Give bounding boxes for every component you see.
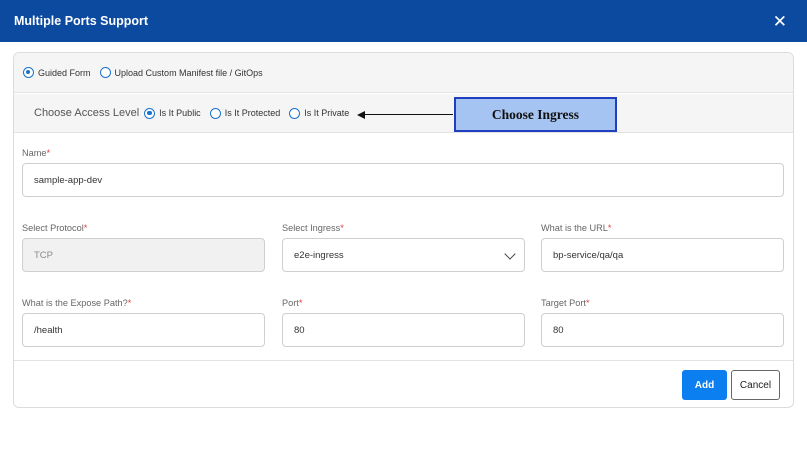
radio-label: Guided Form [38, 67, 91, 78]
port-value: 80 [294, 324, 305, 336]
radio-upload-manifest[interactable]: Upload Custom Manifest file / GitOps [99, 67, 263, 78]
required-mark: * [127, 298, 132, 308]
ingress-select[interactable]: e2e-ingress [282, 238, 525, 272]
ingress-label: Select Ingress* [282, 223, 344, 233]
url-value: bp-service/qa/qa [553, 249, 624, 261]
radio-button[interactable] [289, 107, 301, 119]
ingress-label-text: Select Ingress [282, 223, 341, 233]
expose-path-label-text: What is the Expose Path? [22, 298, 128, 308]
url-input[interactable]: bp-service/qa/qa [541, 238, 784, 272]
target-port-input[interactable]: 80 [541, 313, 784, 347]
cancel-button[interactable]: Cancel [731, 370, 780, 400]
protocol-value: TCP [34, 249, 53, 261]
annotation-arrow-line [363, 114, 453, 116]
required-mark: * [340, 223, 344, 233]
radio-button-checked[interactable] [144, 107, 156, 119]
arrow-left-icon [357, 110, 365, 119]
radio-guided-form[interactable]: Guided Form [23, 67, 91, 78]
expose-path-input[interactable]: /health [22, 313, 265, 347]
url-label-text: What is the URL [541, 223, 608, 233]
protocol-input: TCP [22, 238, 265, 272]
footer-divider [14, 360, 793, 361]
protocol-label-text: Select Protocol [22, 223, 84, 233]
dialog-header: Multiple Ports Support ✕ [0, 0, 807, 42]
radio-label: Is It Public [159, 108, 201, 118]
expose-path-label: What is the Expose Path?* [22, 298, 131, 308]
required-mark: * [83, 223, 88, 233]
port-label-text: Port [282, 298, 299, 308]
ingress-value: e2e-ingress [294, 249, 344, 261]
name-value: sample-app-dev [34, 174, 103, 186]
chevron-down-icon[interactable] [504, 248, 516, 260]
radio-label: Is It Protected [224, 108, 281, 118]
target-port-label: Target Port* [541, 298, 590, 308]
close-icon[interactable]: ✕ [773, 13, 787, 30]
dialog-title: Multiple Ports Support [14, 14, 149, 28]
radio-label: Is It Private [304, 108, 350, 118]
form-card: Guided Form Upload Custom Manifest file … [13, 52, 794, 408]
add-button[interactable]: Add [682, 370, 727, 400]
radio-protected[interactable]: Is It Protected [209, 107, 281, 119]
name-label-text: Name [22, 148, 47, 158]
radio-public[interactable]: Is It Public [144, 107, 201, 119]
radio-label: Upload Custom Manifest file / GitOps [114, 67, 263, 78]
annotation-callout: Choose Ingress [454, 97, 617, 132]
mode-selector: Guided Form Upload Custom Manifest file … [14, 53, 793, 93]
name-input[interactable]: sample-app-dev [22, 163, 784, 197]
radio-button-checked[interactable] [23, 67, 34, 78]
protocol-label: Select Protocol* [22, 223, 87, 233]
name-label: Name* [22, 148, 50, 158]
radio-button[interactable] [99, 67, 111, 78]
radio-button[interactable] [209, 107, 221, 119]
url-label: What is the URL* [541, 223, 611, 233]
required-mark: * [46, 148, 51, 158]
target-port-label-text: Target Port [541, 298, 586, 308]
radio-private[interactable]: Is It Private [289, 107, 350, 119]
required-mark: * [298, 298, 303, 308]
required-mark: * [607, 223, 612, 233]
port-input[interactable]: 80 [282, 313, 525, 347]
expose-path-value: /health [34, 324, 63, 336]
required-mark: * [585, 298, 590, 308]
port-label: Port* [282, 298, 302, 308]
access-level-label: Choose Access Level [34, 107, 140, 119]
target-port-value: 80 [553, 324, 564, 336]
